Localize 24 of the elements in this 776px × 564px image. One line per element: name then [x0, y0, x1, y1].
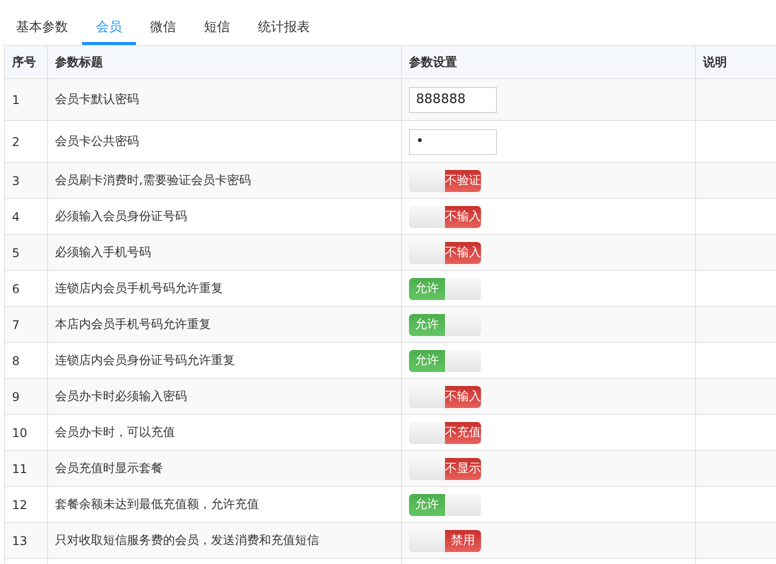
table-cell: 11 [4, 450, 48, 486]
input-field[interactable]: 888888 [409, 86, 497, 112]
column-header: 参数设置 [402, 46, 696, 78]
table-cell: 只对收取短信服务费的会员，发送消费和充值短信 [48, 522, 402, 558]
table-cell: 会员办卡时必须输入密码 [48, 378, 402, 414]
table-cell: 会员充值时显示套餐 [48, 450, 402, 486]
table-cell: 3 [4, 162, 48, 198]
tab[interactable]: 短信 [190, 18, 244, 45]
column-header: 序号 [4, 46, 48, 78]
table-cell: 5 [4, 234, 48, 270]
column-header: 参数标题 [48, 46, 402, 78]
table-cell: 本店内会员手机号码允许重复 [48, 306, 402, 342]
tab[interactable]: 基本参数 [2, 18, 82, 45]
column-header: 说明 [696, 46, 776, 78]
table-cell: 13 [4, 522, 48, 558]
input-field[interactable]: • [409, 128, 497, 154]
table-cell: 会员卡默认密码 [48, 78, 402, 120]
table-cell: 9 [4, 378, 48, 414]
tab[interactable]: 微信 [136, 18, 190, 45]
tab[interactable]: 统计报表 [244, 18, 324, 45]
table-cell: 会员刷卡消费时,需要验证会员卡密码 [48, 162, 402, 198]
table-cell: 必须输入手机号码 [48, 234, 402, 270]
table-cell: 7 [4, 306, 48, 342]
table-cell: 1 [4, 78, 48, 120]
